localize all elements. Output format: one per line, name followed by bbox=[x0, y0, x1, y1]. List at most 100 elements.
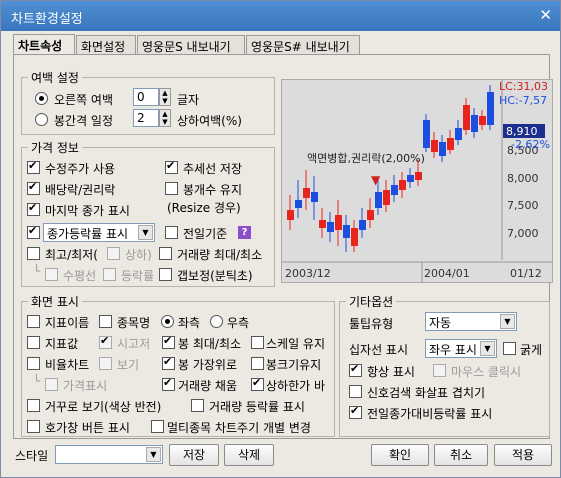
right-axis-radio[interactable] bbox=[210, 315, 223, 328]
candle-body bbox=[351, 228, 358, 246]
ok-button[interactable]: 확인 bbox=[371, 444, 429, 466]
candle-body bbox=[343, 225, 350, 238]
settings-window: 차트환경설정 ✕ 차트속성 화면설정 영웅문S 내보내기 영웅문S# 내보내기 … bbox=[0, 0, 561, 478]
indicator-name-checkbox[interactable] bbox=[27, 315, 40, 328]
candle-body bbox=[383, 190, 390, 205]
price-show-checkbox[interactable] bbox=[45, 378, 58, 391]
bar-hilo-checkbox[interactable] bbox=[162, 334, 175, 349]
always-show-checkbox[interactable] bbox=[349, 362, 362, 377]
time-axis-label: 시고저 bbox=[117, 337, 151, 351]
time-axis-checkbox[interactable] bbox=[99, 334, 112, 349]
candle-body bbox=[319, 220, 326, 228]
adj-price-checkbox[interactable] bbox=[27, 159, 40, 174]
ratio-chart-label: 비율차트 bbox=[45, 358, 90, 372]
view-checkbox[interactable] bbox=[99, 357, 112, 370]
left-axis-radio[interactable] bbox=[161, 315, 174, 328]
candle-body bbox=[439, 142, 446, 156]
delete-button[interactable]: 삭제 bbox=[224, 444, 274, 466]
style-combo[interactable]: ▼ bbox=[55, 445, 163, 464]
x-label: 01/12 bbox=[510, 267, 542, 280]
keep-bar-checkbox[interactable] bbox=[165, 182, 178, 195]
other-legend: 기타옵션 bbox=[349, 295, 394, 309]
tree-line-2: └ bbox=[33, 374, 41, 388]
indicator-value-checkbox[interactable] bbox=[27, 336, 40, 349]
apply-button[interactable]: 적용 bbox=[494, 444, 552, 466]
price-show-label: 가격표시 bbox=[63, 379, 108, 393]
bar-gap-radio[interactable] bbox=[35, 113, 48, 126]
last-price-checkbox[interactable] bbox=[27, 201, 40, 216]
always-show-label: 항상 표시 bbox=[367, 365, 415, 379]
volume-hilo-checkbox[interactable] bbox=[159, 247, 172, 260]
save-button[interactable]: 저장 bbox=[169, 444, 219, 466]
stock-name-checkbox[interactable] bbox=[99, 315, 112, 328]
prev-volume-rate-checkbox[interactable] bbox=[349, 404, 362, 419]
tooltip-combo[interactable]: 자동 ▼ bbox=[425, 312, 517, 331]
volume-fill-checkbox[interactable] bbox=[162, 376, 175, 391]
candle-body bbox=[335, 215, 342, 230]
candle-body bbox=[455, 128, 462, 140]
help-icon[interactable]: ? bbox=[238, 226, 251, 239]
change-rate-sub-label: 등락률 bbox=[121, 269, 155, 283]
gap-checkbox[interactable] bbox=[159, 268, 172, 281]
change-rate-sub-checkbox[interactable] bbox=[103, 268, 116, 281]
candle-body bbox=[295, 200, 302, 208]
tab-chart-props[interactable]: 차트속성 bbox=[13, 34, 75, 55]
tab-export-s[interactable]: 영웅문S 내보내기 bbox=[137, 35, 245, 55]
bar-gap-spinner[interactable]: ▲ ▼ bbox=[159, 109, 171, 127]
right-margin-input[interactable]: 0 bbox=[133, 88, 159, 106]
change-rate-checkbox[interactable] bbox=[27, 224, 40, 239]
candle-body bbox=[399, 180, 406, 190]
volume-rate-checkbox[interactable] bbox=[191, 399, 204, 412]
ratio-chart-checkbox[interactable] bbox=[27, 357, 40, 370]
close-icon[interactable]: ✕ bbox=[539, 6, 552, 24]
candle-body bbox=[359, 220, 366, 230]
crosshair-combo[interactable]: 좌우 표시 ▼ bbox=[425, 339, 497, 358]
bar-gap-input[interactable]: 2 bbox=[133, 109, 159, 127]
hi-lo-opt-checkbox[interactable] bbox=[107, 247, 120, 260]
signal-arrow-checkbox[interactable] bbox=[349, 385, 362, 398]
price-box-label: 8,910 bbox=[506, 125, 538, 138]
right-margin-spinner[interactable]: ▲ ▼ bbox=[159, 88, 171, 106]
reverse-checkbox[interactable] bbox=[27, 399, 40, 412]
candle-body bbox=[423, 120, 430, 148]
tooltip-combo-value: 자동 bbox=[429, 316, 452, 330]
tree-line: └ bbox=[33, 264, 41, 278]
candle-body bbox=[287, 210, 294, 220]
bar-size-checkbox[interactable] bbox=[251, 357, 264, 370]
bar-top-checkbox[interactable] bbox=[162, 355, 175, 370]
mouse-click-checkbox[interactable] bbox=[433, 364, 446, 377]
scale-keep-checkbox[interactable] bbox=[251, 336, 264, 349]
gap-label: 갭보정(분틱초) bbox=[177, 269, 253, 283]
dividend-checkbox[interactable] bbox=[27, 180, 40, 195]
multi-stock-checkbox[interactable] bbox=[151, 420, 164, 433]
crosshair-label: 십자선 표시 bbox=[349, 343, 409, 357]
prev-volume-rate-label: 전일종가대비등락률 표시 bbox=[367, 407, 493, 421]
stock-name-label: 종목명 bbox=[117, 316, 151, 330]
tab-screen-settings[interactable]: 화면설정 bbox=[76, 35, 136, 55]
quote-button-checkbox[interactable] bbox=[27, 420, 40, 433]
candle-body bbox=[407, 175, 414, 182]
trendline-checkbox[interactable] bbox=[165, 159, 178, 174]
bold-checkbox[interactable] bbox=[503, 342, 516, 355]
indicator-name-label: 지표이름 bbox=[45, 316, 90, 330]
change-rate-combo[interactable]: 종가등락률 표시 ▼ bbox=[43, 223, 155, 242]
right-axis-label: 우측 bbox=[227, 316, 250, 330]
chevron-down-icon: ▼ bbox=[138, 225, 153, 240]
hi-lo-checkbox[interactable] bbox=[27, 247, 40, 260]
x-label: 2003/12 bbox=[285, 267, 331, 280]
up-down-same-label: 상하한가 바 bbox=[266, 379, 326, 393]
right-margin-radio[interactable] bbox=[35, 92, 48, 105]
chevron-down-icon: ▼ bbox=[500, 314, 515, 329]
prev-day-checkbox[interactable] bbox=[165, 226, 178, 239]
candle-body bbox=[327, 222, 334, 232]
candle-body bbox=[375, 192, 382, 208]
cancel-button[interactable]: 취소 bbox=[434, 444, 488, 466]
tab-export-s-sharp[interactable]: 영웅문S# 내보내기 bbox=[246, 35, 360, 55]
scale-keep-label: 스케일 유지 bbox=[266, 337, 326, 351]
y-tick-label: 7,000 bbox=[507, 227, 539, 240]
hi-lo-label: 최고/최저( bbox=[45, 248, 98, 262]
bar-gap-label: 봉간격 일정 bbox=[54, 114, 114, 128]
flat-checkbox[interactable] bbox=[45, 268, 58, 281]
pct-label: -2,62% bbox=[511, 138, 550, 151]
up-down-same-checkbox[interactable] bbox=[251, 376, 264, 391]
